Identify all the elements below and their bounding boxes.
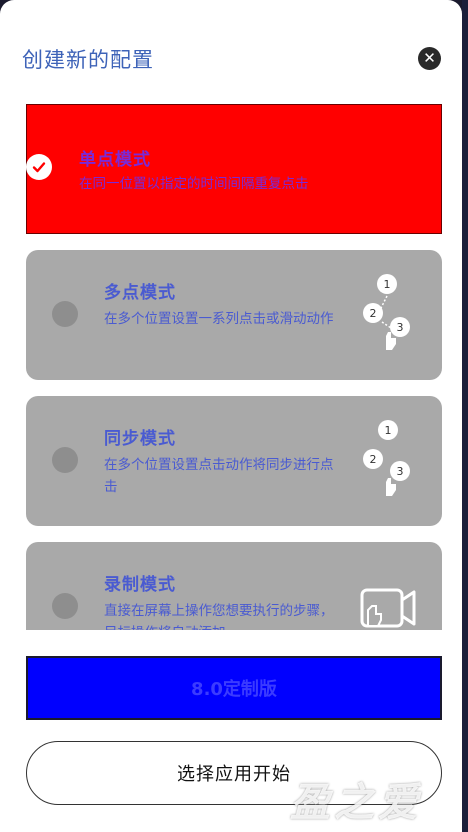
mode-description: 在多个位置设置一系列点击或滑动动作 [104,311,334,327]
mode-title: 同步模式 [104,429,176,449]
step-label: 2 [370,453,377,466]
step-label: 1 [385,424,392,437]
mode-card-single[interactable]: 单点模式 在同一位置以指定的时间间隔重复点击 [26,104,442,234]
mode-card-multi[interactable]: 多点模式 在多个位置设置一系列点击或滑动动作 1 2 3 [26,250,442,380]
create-config-dialog: 创建新的配置 ✕ 单点模式 在同一位置以指定的时间间隔重复点击 多点模式 在多个… [0,0,462,832]
check-icon [26,154,52,180]
radio-button[interactable] [52,593,78,619]
mode-card-sync[interactable]: 同步模式 在多个位置设置点击动作将同步进行点击 1 2 3 [26,396,442,526]
mode-title: 录制模式 [104,575,176,595]
dialog-title: 创建新的配置 [22,48,154,72]
mode-card-record[interactable]: 录制模式 直接在屏幕上操作您想要执行的步骤，目标操作将自动添加 [26,542,442,630]
mode-title: 单点模式 [79,150,151,170]
step-label: 2 [370,307,377,320]
mode-list[interactable]: 单点模式 在同一位置以指定的时间间隔重复点击 多点模式 在多个位置设置一系列点击… [0,100,462,630]
multi-tap-icon: 1 2 3 [363,274,410,350]
sync-tap-icon: 1 2 3 [363,420,410,496]
step-label: 3 [397,321,404,334]
record-icon [360,588,416,628]
step-label: 1 [384,278,391,291]
radio-button[interactable] [52,301,78,327]
mode-title: 多点模式 [104,283,176,303]
mode-description: 在同一位置以指定的时间间隔重复点击 [79,176,309,192]
watermark: 盈之爱 [290,780,422,826]
mode-description: 在多个位置设置点击动作将同步进行点击 [104,457,334,495]
version-button[interactable]: 8.0定制版 [26,656,442,720]
close-icon: ✕ [423,49,436,67]
radio-button[interactable] [52,447,78,473]
step-label: 3 [397,465,404,478]
close-button[interactable]: ✕ [418,47,441,70]
background-edge [462,0,468,832]
mode-description: 直接在屏幕上操作您想要执行的步骤，目标操作将自动添加 [104,603,334,630]
